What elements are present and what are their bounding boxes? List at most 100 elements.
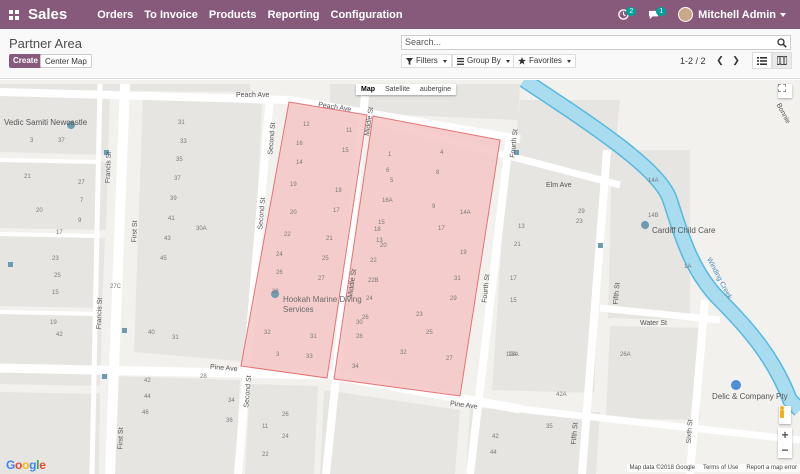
activity-indicator[interactable]: 2	[618, 7, 637, 20]
house-number: 24	[276, 252, 283, 258]
house-number: 17	[438, 226, 445, 232]
house-number: 28	[200, 374, 207, 380]
pager-previous-icon[interactable]: ❮	[714, 54, 726, 66]
house-number: 13	[518, 224, 525, 230]
house-number: 19	[460, 250, 467, 256]
house-number: 41	[168, 216, 175, 222]
group-by-button[interactable]: Group By	[452, 54, 515, 68]
house-number: 23	[52, 256, 59, 262]
house-number: 14A	[460, 210, 471, 216]
search-input[interactable]: Search...	[405, 37, 441, 47]
house-number: 26A	[620, 352, 631, 358]
house-number: 22	[262, 452, 269, 458]
house-number: 14A	[648, 178, 659, 184]
house-number: 25	[322, 256, 329, 262]
house-number: 36	[226, 418, 233, 424]
house-number: 15	[52, 290, 59, 296]
house-number: 42	[144, 378, 151, 384]
house-number: 3	[30, 138, 34, 144]
house-number: 3	[276, 352, 280, 358]
filters-caret-icon	[442, 59, 447, 63]
house-number: 20	[290, 210, 297, 216]
map-view-button[interactable]	[772, 52, 792, 69]
map-attribution: Map data ©2018 Google Terms of Use Repor…	[626, 464, 800, 472]
search-box: Search...	[401, 35, 791, 50]
report-map-error-link[interactable]: Report a map error	[746, 465, 797, 471]
house-number: 43	[164, 236, 171, 242]
house-number: 4	[440, 150, 444, 156]
house-number: 22B	[368, 278, 379, 284]
zoom-out-button[interactable]: −	[778, 443, 792, 458]
pager-next-icon[interactable]: ❯	[730, 54, 742, 66]
pager-value[interactable]: 1-2 / 2	[680, 56, 706, 66]
messaging-indicator[interactable]: 1	[648, 7, 667, 20]
house-number: 9	[78, 218, 82, 224]
house-number: 32	[400, 350, 407, 356]
house-number: 32	[264, 330, 271, 336]
house-number: 16	[296, 141, 303, 147]
user-avatar[interactable]	[678, 7, 694, 22]
house-number: 23	[576, 219, 583, 225]
house-number: 27C	[110, 284, 122, 290]
app-title[interactable]: Sales	[28, 6, 67, 23]
menu-to-invoice[interactable]: To Invoice	[144, 9, 198, 21]
create-button[interactable]: Create	[9, 54, 42, 68]
google-logo: Google	[6, 458, 46, 472]
house-number: 26	[362, 315, 369, 321]
house-number: 33	[306, 354, 313, 360]
house-number: 14B	[648, 213, 659, 219]
menu-orders[interactable]: Orders	[97, 9, 133, 21]
house-number: 37	[174, 176, 181, 182]
terms-of-use-link[interactable]: Terms of Use	[703, 465, 738, 471]
user-menu[interactable]: Mitchell Admin	[698, 9, 776, 21]
list-view-button[interactable]	[752, 52, 772, 69]
favorites-button[interactable]: Favorites	[513, 54, 576, 68]
menu-configuration[interactable]: Configuration	[331, 9, 403, 21]
house-number: 30	[356, 320, 363, 326]
house-number: 24	[282, 434, 289, 440]
search-icon[interactable]	[777, 38, 787, 48]
list-icon	[757, 56, 767, 65]
house-number: 28	[272, 289, 279, 295]
map-type-aubergine[interactable]: aubergine	[415, 84, 456, 95]
center-map-button[interactable]: Center Map	[40, 54, 92, 68]
house-number: 21	[24, 174, 31, 180]
map-type-satellite[interactable]: Satellite	[380, 84, 415, 95]
house-number: 31	[178, 120, 185, 126]
house-number: 28	[356, 334, 363, 340]
house-number: 29	[578, 209, 585, 215]
house-number: 44	[144, 394, 151, 400]
house-number: 33	[180, 139, 187, 145]
house-number: 42	[56, 332, 63, 338]
house-number: 23	[416, 312, 423, 318]
house-number: 20	[36, 208, 43, 214]
favorites-label: Favorites	[529, 56, 562, 65]
favorites-caret-icon	[566, 59, 571, 63]
house-number: 5	[390, 178, 394, 184]
group-by-label: Group By	[467, 56, 501, 65]
house-number: 17	[333, 208, 340, 214]
pegman-icon[interactable]	[779, 406, 791, 424]
house-number: 27	[318, 276, 325, 282]
house-number: 31	[310, 334, 317, 340]
filter-icon	[406, 57, 413, 65]
house-number: 11	[262, 424, 269, 430]
fullscreen-icon[interactable]	[778, 84, 792, 98]
house-numbers: 12 11 16 15 14 19 18 17 20 22 21 24 26 2…	[0, 80, 800, 474]
menu-products[interactable]: Products	[209, 9, 257, 21]
zoom-in-button[interactable]: +	[778, 428, 792, 443]
menu-reporting[interactable]: Reporting	[268, 9, 320, 21]
activity-count-badge: 2	[626, 7, 637, 16]
map-type-map[interactable]: Map	[356, 84, 380, 95]
house-number: 15	[378, 220, 385, 226]
map-type-selector: Map Satellite aubergine	[356, 84, 457, 95]
map-canvas[interactable]: Peach Ave Peach Ave Elm Ave Water St Pin…	[0, 80, 800, 474]
apps-grid-icon[interactable]	[5, 0, 23, 29]
message-count-badge: 1	[656, 7, 667, 16]
house-number: 21	[514, 242, 521, 248]
house-number: 24	[366, 296, 373, 302]
house-number: 1	[388, 152, 392, 158]
filters-button[interactable]: Filters	[401, 54, 452, 68]
house-number: 39	[170, 196, 177, 202]
house-number: 40	[148, 330, 155, 336]
